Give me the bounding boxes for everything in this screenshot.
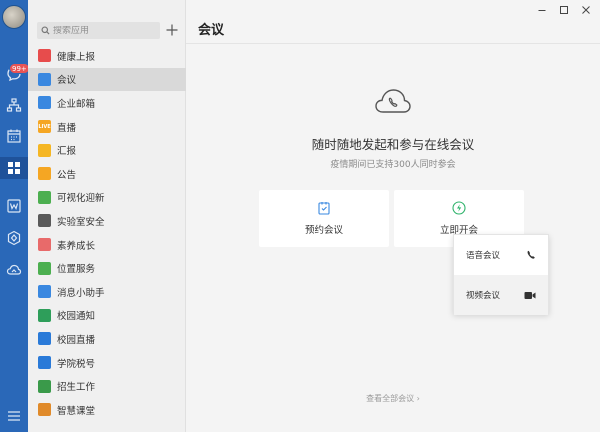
app-item-label: 可视化迎新 [57,193,105,205]
app-item-label: 健康上报 [57,51,96,63]
view-all-meetings-link[interactable]: 查看全部会议 › [186,393,600,404]
close-button[interactable] [580,4,592,16]
menu-icon[interactable] [4,406,24,426]
app-item[interactable]: 智慧课堂 [28,398,186,422]
app-item-label: 消息小助手 [57,287,105,299]
headline: 随时随地发起和参与在线会议 [311,137,475,152]
growth-icon [38,238,51,252]
mail-icon [38,96,51,110]
health-report-icon [38,49,51,63]
app-item-label: 招生工作 [57,382,96,394]
voice-meeting-option[interactable]: 语音会议 [454,235,548,275]
app-item[interactable]: 校园通知 [28,304,186,328]
window-controls [536,4,592,16]
maximize-button[interactable] [558,4,570,16]
app-item[interactable]: 可视化迎新 [28,186,186,210]
app-item-label: 公告 [57,169,77,181]
app-item[interactable]: 汇报 [28,138,186,162]
voice-meeting-label: 语音会议 [466,251,501,261]
app-item-label: 直播 [57,122,77,134]
close-icon [582,6,590,14]
message-assistant-icon [38,285,51,299]
left-rail: 99+ [0,0,30,432]
app-item[interactable]: 公告 [28,162,186,186]
app-item-label: 位置服务 [57,264,96,276]
minimize-icon [538,10,546,11]
app-item-label: 会议 [57,75,77,87]
start-now-icon [452,201,466,215]
app-item[interactable]: 会议 [28,67,186,92]
announcement-icon [38,167,51,181]
app-item[interactable]: 健康上报 [28,44,186,68]
report-icon [38,143,51,157]
docs-w-icon[interactable] [4,196,24,216]
cloud-drive-icon[interactable] [4,260,24,280]
live-icon: LIVE [38,120,51,134]
smart-classroom-icon [38,403,51,417]
minimize-button[interactable] [536,4,548,16]
header-divider [186,43,600,44]
org-chart-icon[interactable] [4,95,24,115]
app-item-label: 实验室安全 [57,216,105,228]
tax-id-icon [38,356,51,370]
app-sidebar: 健康上报会议企业邮箱 LIVE 直播汇报公告可视化迎新实验室安全素养成长位置服务消息… [28,0,186,432]
video-camera-icon [524,291,536,299]
hexagon-icon[interactable] [4,228,24,248]
search-box[interactable] [37,22,160,39]
page-title: 会议 [198,23,225,38]
app-item[interactable]: 位置服务 [28,256,186,280]
app-item[interactable]: 实验室安全 [28,209,186,233]
avatar[interactable] [2,5,26,29]
subline: 疫情期间已支持300人同时参会 [330,160,456,170]
app-item-label: 校园直播 [57,334,96,346]
search-input[interactable] [53,25,153,36]
unread-badge: 99+ [9,63,30,74]
meeting-cloud-icon [38,72,51,86]
schedule-icon [317,201,331,215]
lab-safety-icon [38,214,51,228]
location-icon [38,261,51,275]
video-meeting-option[interactable]: 视频会议 [454,275,548,315]
schedule-meeting-card[interactable]: 预约会议 [259,190,389,247]
app-item[interactable]: 学院税号 [28,351,186,375]
welcome-icon [38,190,51,204]
app-item-label: 学院税号 [57,358,96,370]
app-item[interactable]: 校园直播 [28,327,186,351]
app-item[interactable]: LIVE 直播 [28,115,186,139]
app-item-label: 企业邮箱 [57,98,96,110]
app-item-label: 校园通知 [57,311,96,323]
app-item[interactable]: 消息小助手 [28,280,186,304]
app-item-label: 汇报 [57,146,77,158]
campus-notice-icon [38,308,51,322]
meeting-type-dropdown: 语音会议 视频会议 [453,234,549,315]
schedule-meeting-label: 预约会议 [304,225,343,236]
app-item[interactable]: 招生工作 [28,374,186,398]
campus-live-icon [38,332,51,346]
admission-icon [38,379,51,393]
cloud-phone-icon [374,86,412,119]
calendar-icon[interactable] [4,126,24,146]
app-item-label: 智慧课堂 [57,405,96,417]
video-meeting-label: 视频会议 [466,291,501,301]
search-icon [41,26,50,35]
app-list: 健康上报会议企业邮箱 LIVE 直播汇报公告可视化迎新实验室安全素养成长位置服务消息… [28,44,186,422]
main-panel: 会议 随时随地发起和参与在线会议 疫情期间已支持300人同时参会 预约会议 立即… [186,0,600,432]
app-item[interactable]: 企业邮箱 [28,91,186,115]
app-item-label: 素养成长 [57,240,96,252]
app-item[interactable]: 素养成长 [28,233,186,257]
maximize-icon [560,6,568,14]
add-app-button[interactable] [163,21,181,39]
plus-icon [166,24,178,36]
apps-grid-icon[interactable] [0,157,28,179]
phone-icon [527,250,535,259]
